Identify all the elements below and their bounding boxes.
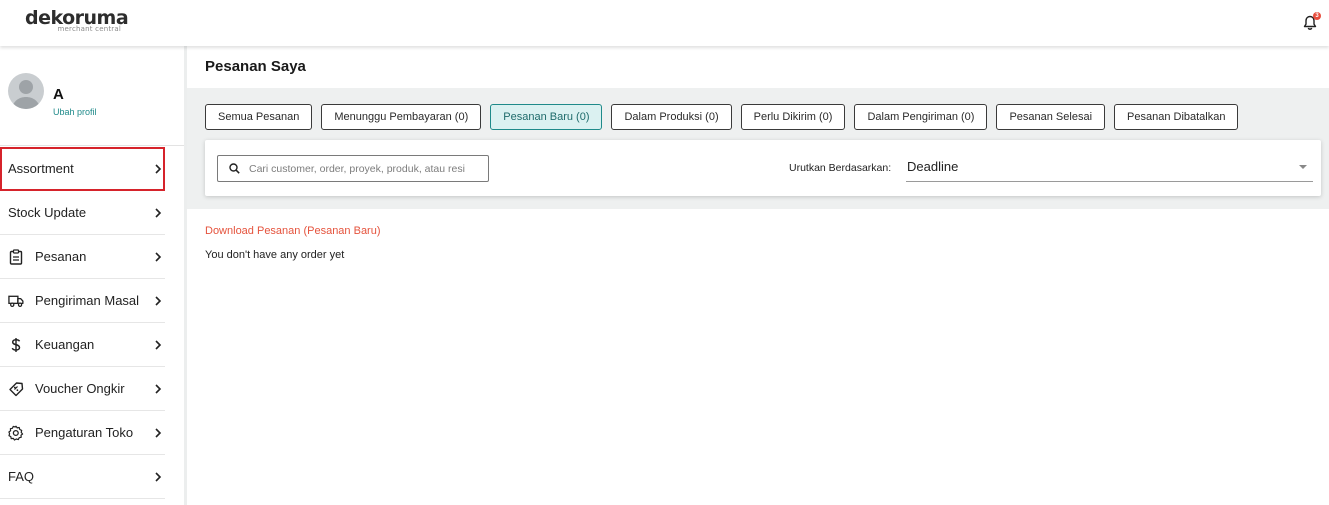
tab-pesanan-selesai[interactable]: Pesanan Selesai xyxy=(996,104,1106,130)
sidebar-item-assortment[interactable]: Assortment xyxy=(0,147,165,191)
download-orders-link[interactable]: Download Pesanan (Pesanan Baru) xyxy=(205,225,381,237)
sidebar-item-keuangan[interactable]: Keuangan xyxy=(0,323,165,367)
sort-selected-value: Deadline xyxy=(907,159,959,174)
tab-dalam-pengiriman[interactable]: Dalam Pengiriman (0) xyxy=(854,104,988,130)
sidebar-item-label: FAQ xyxy=(8,469,35,484)
top-header: dekoruma merchant central 3 xyxy=(0,0,1329,46)
tab-pesanan-dibatalkan[interactable]: Pesanan Dibatalkan xyxy=(1114,104,1239,130)
sort-label: Urutkan Berdasarkan: xyxy=(789,162,892,174)
sidebar-item-label: Pesanan xyxy=(35,249,87,264)
sidebar-item-voucher-ongkir[interactable]: Voucher Ongkir xyxy=(0,367,165,411)
sidebar-item-stock-update[interactable]: Stock Update xyxy=(0,191,165,235)
filter-card: Urutkan Berdasarkan: Deadline xyxy=(205,140,1321,196)
chevron-right-icon xyxy=(155,472,162,482)
profile-name: A xyxy=(53,86,64,103)
page-title: Pesanan Saya xyxy=(205,58,306,75)
sidebar: A Ubah profil Assortment Stock Update Pe… xyxy=(0,46,184,505)
clipboard-icon xyxy=(8,248,24,265)
profile-section: A Ubah profil xyxy=(0,46,184,146)
chevron-right-icon xyxy=(155,296,162,306)
gear-icon xyxy=(8,425,24,441)
edit-profile-link[interactable]: Ubah profil xyxy=(53,107,97,117)
chevron-right-icon xyxy=(155,208,162,218)
sidebar-item-label: Stock Update xyxy=(8,205,87,220)
sidebar-item-pengiriman-masal[interactable]: Pengiriman Masal xyxy=(0,279,165,323)
sidebar-item-faq[interactable]: FAQ xyxy=(0,455,165,499)
chevron-right-icon xyxy=(155,252,162,262)
tab-semua-pesanan[interactable]: Semua Pesanan xyxy=(205,104,313,130)
notification-bell-icon[interactable]: 3 xyxy=(1303,12,1321,32)
chevron-right-icon xyxy=(155,340,162,350)
chevron-right-icon xyxy=(155,428,162,438)
truck-icon xyxy=(8,293,24,309)
sidebar-item-label: Pengaturan Toko xyxy=(35,425,134,440)
tab-menunggu-pembayaran[interactable]: Menunggu Pembayaran (0) xyxy=(321,104,482,130)
tab-perlu-dikirim[interactable]: Perlu Dikirim (0) xyxy=(740,104,846,130)
dollar-icon xyxy=(8,337,24,353)
dekoruma-logo[interactable]: dekoruma merchant central xyxy=(25,8,129,33)
voucher-tag-icon xyxy=(8,381,24,397)
notification-badge: 3 xyxy=(1313,12,1321,20)
tab-dalam-produksi[interactable]: Dalam Produksi (0) xyxy=(611,104,732,130)
order-status-tabs: Semua Pesanan Menunggu Pembayaran (0) Pe… xyxy=(205,104,1239,130)
orders-top-panel: Pesanan Saya Semua Pesanan Menunggu Pemb… xyxy=(187,46,1329,209)
sidebar-item-label: Pengiriman Masal xyxy=(35,293,140,308)
sidebar-item-label: Assortment xyxy=(8,161,74,176)
caret-down-icon xyxy=(1299,165,1307,169)
search-input[interactable] xyxy=(249,162,479,175)
title-bar: Pesanan Saya xyxy=(187,46,1329,88)
sidebar-item-label: Voucher Ongkir xyxy=(35,381,125,396)
sidebar-item-label: Keuangan xyxy=(35,337,95,352)
chevron-right-icon xyxy=(155,384,162,394)
tab-pesanan-baru[interactable]: Pesanan Baru (0) xyxy=(490,104,603,130)
sidebar-menu: Assortment Stock Update Pesanan Pengirim… xyxy=(0,147,165,499)
sort-select[interactable]: Deadline xyxy=(906,151,1313,182)
search-box[interactable] xyxy=(217,155,489,182)
chevron-right-icon xyxy=(155,164,162,174)
avatar[interactable] xyxy=(8,73,44,109)
main-content: Pesanan Saya Semua Pesanan Menunggu Pemb… xyxy=(187,46,1329,505)
sidebar-item-pesanan[interactable]: Pesanan xyxy=(0,235,165,279)
search-icon xyxy=(229,163,240,174)
sidebar-item-pengaturan-toko[interactable]: Pengaturan Toko xyxy=(0,411,165,455)
empty-orders-message: You don't have any order yet xyxy=(205,249,345,261)
